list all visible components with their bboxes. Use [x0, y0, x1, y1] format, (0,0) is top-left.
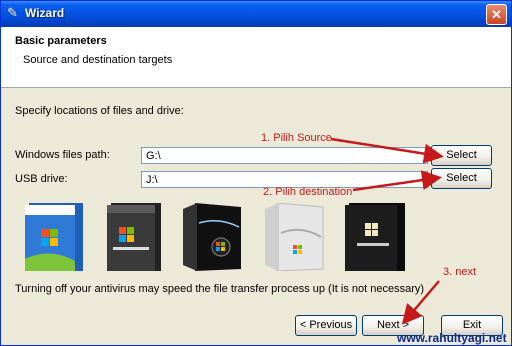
annotation-arrows [330, 137, 444, 325]
watermark-text: www.rahultyagi.net [397, 331, 507, 345]
arrow-to-destination-select [352, 170, 442, 192]
arrow-to-next-button [401, 280, 440, 325]
wizard-window: ✎ Wizard ✕ Basic parameters Source and d… [0, 0, 512, 346]
arrow-to-source-select [330, 137, 444, 164]
